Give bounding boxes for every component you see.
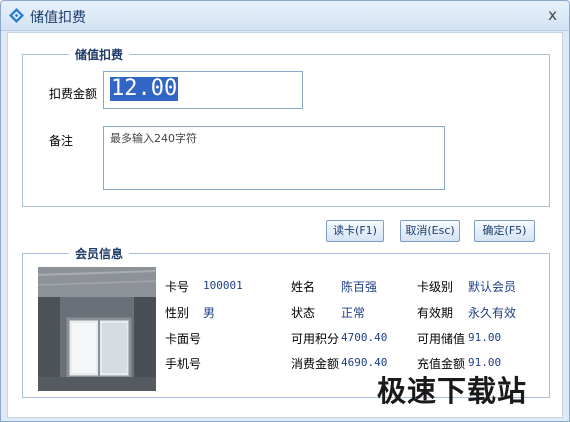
gender-value: 男: [203, 306, 216, 320]
points-label: 可用积分: [291, 332, 340, 346]
close-button[interactable]: x: [548, 7, 557, 23]
points-value: 4700.40: [341, 331, 388, 344]
remark-placeholder: 最多输入240字符: [110, 132, 197, 145]
member-photo: [38, 267, 156, 391]
remark-textarea[interactable]: 最多输入240字符: [103, 126, 445, 190]
validity-value: 永久有效: [468, 306, 517, 320]
balance-label: 可用储值: [417, 332, 466, 346]
remark-label: 备注: [49, 134, 74, 148]
face-no-label: 卡面号: [165, 332, 202, 346]
spent-label: 消费金额: [291, 357, 340, 371]
title-bar[interactable]: 储值扣费 x: [1, 1, 569, 31]
name-value: 陈百强: [341, 280, 378, 294]
member-group-legend: 会员信息: [69, 245, 130, 262]
balance-value: 91.00: [468, 331, 502, 344]
amount-label: 扣费金额: [49, 87, 98, 101]
level-label: 卡级别: [417, 280, 454, 294]
amount-input[interactable]: 12.00: [103, 71, 303, 109]
app-diamond-icon: [9, 8, 24, 23]
dialog-window: 储值扣费 x 储值扣费 扣费金额 12.00 备注 最多输入240字符 读卡(F…: [0, 0, 570, 422]
read-card-button[interactable]: 读卡(F1): [326, 220, 384, 242]
name-label: 姓名: [291, 280, 316, 294]
status-label: 状态: [291, 306, 316, 320]
window-title: 储值扣费: [30, 10, 86, 26]
card-no-value: 100001: [203, 279, 243, 292]
phone-label: 手机号: [165, 357, 202, 371]
amount-value: 12.00: [110, 76, 179, 101]
confirm-button[interactable]: 确定(F5): [474, 220, 535, 242]
card-no-label: 卡号: [165, 280, 190, 294]
cancel-button[interactable]: 取消(Esc): [400, 220, 460, 242]
validity-label: 有效期: [417, 306, 454, 320]
status-value: 正常: [341, 306, 366, 320]
member-photo-image: [38, 267, 156, 391]
gender-label: 性别: [165, 306, 190, 320]
deduct-group: 储值扣费 扣费金额 12.00 备注 最多输入240字符: [22, 46, 550, 207]
deduct-group-legend: 储值扣费: [69, 46, 130, 63]
site-watermark: 极速下载站: [377, 374, 528, 408]
dialog-content: 储值扣费 扣费金额 12.00 备注 最多输入240字符 读卡(F1) 取消(E…: [7, 32, 563, 418]
level-value: 默认会员: [468, 280, 517, 294]
